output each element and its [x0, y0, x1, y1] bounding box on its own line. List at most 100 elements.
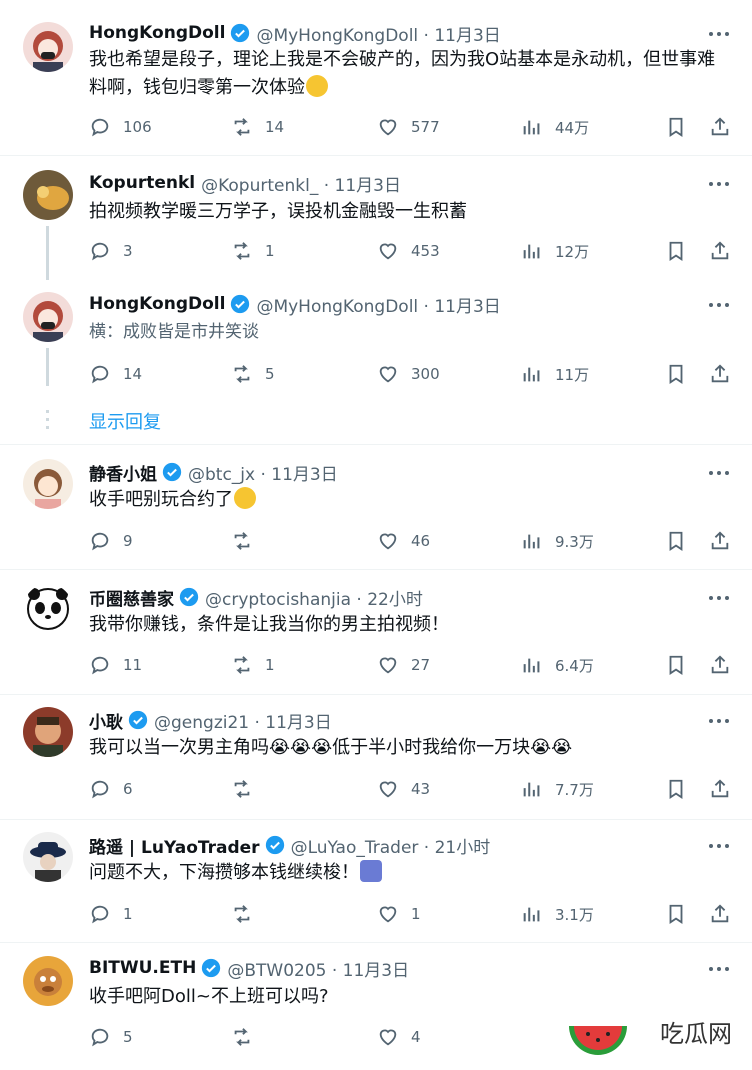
- tweet[interactable]: HongKongDoll @MyHongKongDoll · 11月3日 我也希…: [0, 0, 752, 155]
- reply-button[interactable]: 6: [89, 776, 133, 802]
- avatar[interactable]: [23, 22, 73, 72]
- retweet-button[interactable]: 14: [231, 114, 284, 140]
- action-bar: 6 43 7.7万: [89, 776, 735, 802]
- share-button[interactable]: [709, 114, 743, 140]
- reply-button[interactable]: 11: [89, 652, 142, 678]
- reply-count: 6: [123, 780, 133, 798]
- handle-and-time[interactable]: @LuYao_Trader · 21小时: [291, 833, 491, 858]
- like-button[interactable]: 27: [377, 652, 430, 678]
- retweet-button[interactable]: [231, 1024, 265, 1050]
- share-button[interactable]: [709, 776, 743, 802]
- views-button[interactable]: 12万: [521, 238, 589, 264]
- reply-button[interactable]: 106: [89, 114, 152, 140]
- more-options-icon[interactable]: [704, 836, 734, 856]
- handle-and-time[interactable]: @gengzi21 · 11月3日: [154, 708, 332, 733]
- like-button[interactable]: 1: [377, 901, 421, 927]
- like-button[interactable]: 453: [377, 238, 440, 264]
- handle-and-time[interactable]: @MyHongKongDoll · 11月3日: [256, 292, 500, 317]
- reply-button[interactable]: 14: [89, 361, 142, 387]
- views-button[interactable]: 7.7万: [521, 776, 594, 802]
- views-button[interactable]: 44万: [521, 114, 589, 140]
- avatar[interactable]: [23, 292, 73, 342]
- avatar[interactable]: [23, 170, 73, 220]
- share-button[interactable]: [709, 361, 743, 387]
- bookmark-button[interactable]: [665, 238, 699, 264]
- handle-and-time[interactable]: @cryptocishanjia · 22小时: [205, 585, 423, 610]
- share-button[interactable]: [709, 238, 743, 264]
- retweet-button[interactable]: [231, 901, 265, 927]
- display-name[interactable]: 小耿: [89, 708, 123, 733]
- views-button[interactable]: 6.4万: [521, 652, 594, 678]
- more-options-icon[interactable]: [704, 588, 734, 608]
- avatar[interactable]: [23, 459, 73, 509]
- heart-icon: [379, 243, 397, 260]
- display-name[interactable]: 路遥 | LuYaoTrader: [89, 833, 260, 858]
- handle-and-time[interactable]: @btc_jx · 11月3日: [188, 460, 338, 485]
- tweet[interactable]: 币圈慈善家 @cryptocishanjia · 22小时 我带你赚钱，条件是让…: [0, 570, 752, 694]
- display-name[interactable]: HongKongDoll: [89, 23, 225, 43]
- bookmark-button[interactable]: [665, 901, 699, 927]
- bookmark-button[interactable]: [665, 361, 699, 387]
- more-options-icon[interactable]: [704, 463, 734, 483]
- tweet[interactable]: 静香小姐 @btc_jx · 11月3日 收手吧别玩合约了 9 46 9.3万: [0, 445, 752, 569]
- reply-button[interactable]: 9: [89, 528, 133, 554]
- bookmark-icon: [669, 531, 683, 551]
- retweet-button[interactable]: [231, 776, 265, 802]
- views-button[interactable]: 3.1万: [521, 901, 594, 927]
- handle-and-time[interactable]: @MyHongKongDoll · 11月3日: [256, 21, 500, 46]
- crying-emoji-icon: [306, 75, 328, 97]
- display-name[interactable]: BITWU.ETH: [89, 958, 196, 978]
- more-options-icon[interactable]: [704, 295, 734, 315]
- avatar[interactable]: [23, 584, 73, 634]
- more-options-icon[interactable]: [704, 174, 734, 194]
- avatar[interactable]: [23, 832, 73, 882]
- tweet[interactable]: 小耿 @gengzi21 · 11月3日 我可以当一次男主角吗😭😭😭低于半小时我…: [0, 695, 752, 819]
- retweet-button[interactable]: 1: [231, 238, 275, 264]
- handle-and-time[interactable]: @BTW0205 · 11月3日: [227, 956, 409, 981]
- display-name[interactable]: 币圈慈善家: [89, 585, 174, 610]
- show-replies-link[interactable]: 显示回复: [89, 408, 161, 434]
- avatar[interactable]: [23, 956, 73, 1006]
- reply-count: 9: [123, 532, 133, 550]
- display-name[interactable]: 静香小姐: [89, 460, 157, 485]
- action-bar: 106 14 577 44万: [89, 114, 735, 140]
- views-chart-icon: [523, 534, 540, 549]
- reply-button[interactable]: 1: [89, 901, 133, 927]
- views-button[interactable]: 11万: [521, 361, 589, 387]
- bookmark-button[interactable]: [665, 114, 699, 140]
- share-button[interactable]: [709, 901, 743, 927]
- retweet-button[interactable]: [231, 528, 265, 554]
- action-bar: 9 46 9.3万: [89, 528, 735, 554]
- bookmark-button[interactable]: [665, 652, 699, 678]
- tweet[interactable]: Kopurtenkl @Kopurtenkl_ · 11月3日 拍视频教学暖三万…: [0, 156, 752, 280]
- avatar[interactable]: [23, 707, 73, 757]
- retweet-button[interactable]: 1: [231, 652, 275, 678]
- display-name[interactable]: Kopurtenkl: [89, 173, 195, 193]
- more-options-icon[interactable]: [704, 959, 734, 979]
- display-name[interactable]: HongKongDoll: [89, 294, 225, 314]
- share-button[interactable]: [709, 528, 743, 554]
- reply-icon: [91, 365, 109, 384]
- like-button[interactable]: 4: [377, 1024, 421, 1050]
- views-button[interactable]: 9.3万: [521, 528, 594, 554]
- more-options-icon[interactable]: [704, 24, 734, 44]
- views-chart-icon: [523, 244, 540, 259]
- retweet-button[interactable]: 5: [231, 361, 275, 387]
- views-chart-icon: [523, 367, 540, 382]
- handle-and-time[interactable]: @Kopurtenkl_ · 11月3日: [201, 171, 401, 196]
- tweet[interactable]: HongKongDoll @MyHongKongDoll · 11月3日 横：成…: [0, 280, 752, 444]
- more-options-icon[interactable]: [704, 711, 734, 731]
- like-button[interactable]: 577: [377, 114, 440, 140]
- action-bar: 3 1 453 12万: [89, 238, 735, 264]
- like-button[interactable]: 46: [377, 528, 430, 554]
- reply-button[interactable]: 5: [89, 1024, 133, 1050]
- tweet[interactable]: 路遥 | LuYaoTrader @LuYao_Trader · 21小时 问题…: [0, 820, 752, 942]
- bookmark-button[interactable]: [665, 528, 699, 554]
- like-button[interactable]: 300: [377, 361, 440, 387]
- view-count: 3.1万: [555, 905, 594, 924]
- reply-button[interactable]: 3: [89, 238, 133, 264]
- reply-icon: [91, 905, 109, 924]
- bookmark-button[interactable]: [665, 776, 699, 802]
- like-button[interactable]: 43: [377, 776, 430, 802]
- share-button[interactable]: [709, 652, 743, 678]
